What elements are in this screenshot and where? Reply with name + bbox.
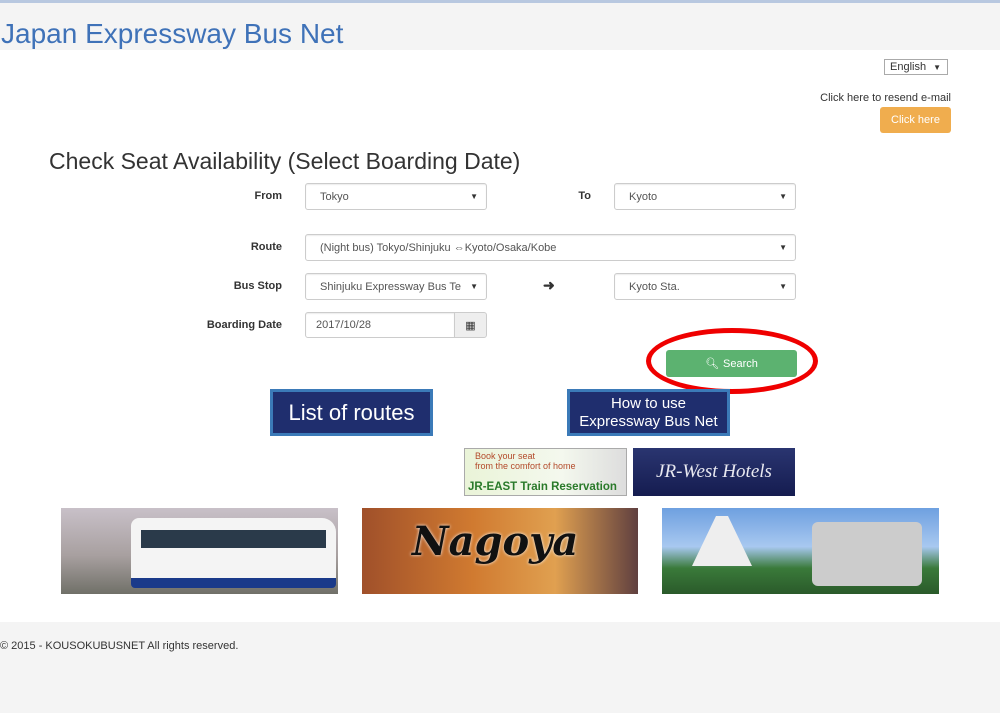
osaka-castle-photo[interactable] [662, 508, 939, 594]
route-label: Route [250, 241, 282, 253]
boarding-date-label: Boarding Date [206, 319, 282, 331]
how-to-use-banner[interactable]: How to use Expressway Bus Net [567, 389, 730, 436]
page-title: Check Seat Availability (Select Boarding… [49, 148, 521, 174]
top-border [0, 0, 1000, 3]
from-value: Tokyo [320, 190, 349, 203]
language-value: English [890, 61, 927, 73]
list-of-routes-banner[interactable]: List of routes [270, 389, 433, 436]
boarding-date-value: 2017/10/28 [316, 319, 372, 331]
route-value: (Night bus) Tokyo/Shinjuku ⇔Kyoto/Osaka/… [320, 241, 557, 254]
bus-photo[interactable] [61, 508, 338, 594]
bus-stop-to-value: Kyoto Sta. [629, 280, 680, 293]
jr-east-bottom: JR-EAST Train Reservation [468, 481, 617, 493]
bus-stop-from-value: Shinjuku Expressway Bus Te [320, 280, 462, 293]
bus-stop-from-select[interactable]: Shinjuku Expressway Bus Te ▼ [305, 273, 487, 300]
highlight-circle [646, 328, 818, 394]
arrow-right-icon: ➜ [543, 277, 555, 293]
bus-stop-label: Bus Stop [233, 280, 282, 292]
bus-stop-to-select[interactable]: Kyoto Sta. ▼ [614, 273, 796, 300]
how-to-use-line2: Expressway Bus Net [579, 412, 718, 430]
resend-email-text: Click here to resend e-mail [820, 92, 951, 104]
copyright: © 2015 - KOUSOKUBUSNET All rights reserv… [0, 640, 239, 652]
jr-east-banner[interactable]: Book your seat from the comfort of home … [464, 448, 627, 496]
jr-east-top1: Book your seat [475, 451, 536, 461]
how-to-use-line1: How to use [610, 394, 687, 412]
from-label: From [254, 190, 283, 202]
boarding-date-input[interactable]: 2017/10/28 [305, 312, 455, 338]
nagoya-text: Nagoya [412, 518, 579, 565]
nagoya-photo[interactable]: Nagoya [362, 508, 638, 594]
chevron-down-icon: ▼ [470, 192, 478, 201]
chevron-down-icon: ▼ [779, 192, 787, 201]
to-label: To [578, 190, 591, 202]
calendar-icon[interactable]: ▦ [454, 312, 487, 338]
chevron-down-icon: ▼ [779, 282, 787, 291]
jr-west-hotels-banner[interactable]: JR-West Hotels [633, 448, 795, 496]
to-select[interactable]: Kyoto ▼ [614, 183, 796, 210]
site-title[interactable]: Japan Expressway Bus Net [1, 18, 343, 50]
route-select[interactable]: (Night bus) Tokyo/Shinjuku ⇔Kyoto/Osaka/… [305, 234, 796, 261]
chevron-down-icon: ▼ [470, 282, 478, 291]
language-select[interactable]: English ▼ [884, 59, 948, 75]
to-value: Kyoto [629, 190, 658, 203]
from-select[interactable]: Tokyo ▼ [305, 183, 487, 210]
chevron-down-icon: ▼ [779, 243, 787, 252]
chevron-down-icon: ▼ [933, 62, 941, 72]
resend-click-here-button[interactable]: Click here [880, 107, 951, 133]
jr-east-top2: from the comfort of home [475, 461, 576, 471]
